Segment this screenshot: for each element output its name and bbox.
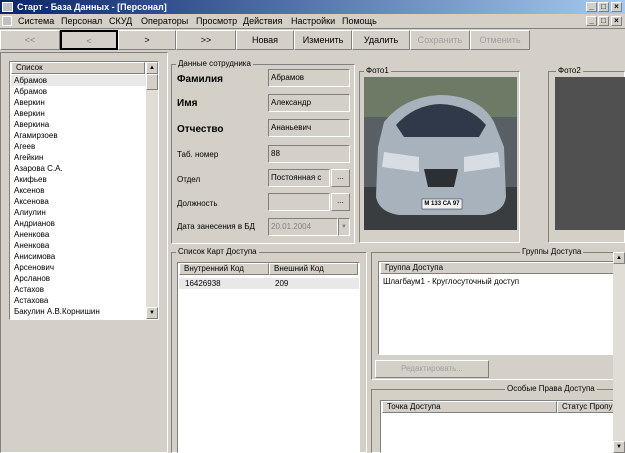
list-item[interactable]: Агеев — [11, 141, 147, 152]
list-item[interactable]: Аненкова — [11, 229, 147, 240]
menu-settings[interactable]: Настройки — [291, 16, 335, 27]
next-record-button[interactable]: > — [118, 30, 176, 50]
cards-group-label: Список Карт Доступа — [176, 247, 259, 257]
menu-personnel[interactable]: Персонал — [61, 16, 102, 27]
tab-number-field[interactable]: 88 — [268, 145, 350, 163]
app-icon — [2, 2, 13, 12]
scroll-thumb[interactable] — [146, 74, 158, 90]
minimize-icon[interactable]: _ — [586, 2, 597, 12]
scroll-up-icon[interactable]: ▲ — [146, 62, 158, 74]
groups-table[interactable]: Группа Доступа Шлагбаум1 - Круглосуточны… — [378, 261, 625, 355]
card-external-code: 209 — [275, 279, 289, 288]
group-row[interactable]: Шлагбаум1 - Круглосуточный доступ — [380, 276, 620, 287]
surname-label: Фамилия — [177, 74, 223, 85]
delete-button[interactable]: Удалить — [352, 30, 410, 50]
department-browse-icon[interactable]: ... — [331, 169, 350, 187]
license-plate: М 133 СА 97 — [424, 201, 460, 207]
photo2-image — [555, 77, 625, 230]
menu-skud[interactable]: СКУД — [109, 16, 132, 27]
child-close-icon[interactable]: × — [611, 16, 622, 26]
list-item[interactable]: Аверкин — [11, 108, 147, 119]
list-item[interactable]: Абрамов — [11, 75, 147, 86]
mdi-icon — [2, 16, 12, 26]
employee-list[interactable]: Список Абрамов Абрамов Аверкин Аверкин Аверк… — [9, 61, 159, 320]
list-item[interactable]: Аненкова — [11, 240, 147, 251]
date-dropdown-icon[interactable]: ▼ — [338, 218, 350, 236]
tab-number-label: Таб. номер — [177, 150, 219, 159]
main-scrollbar[interactable]: ▲ ▼ — [613, 252, 625, 453]
list-item[interactable]: Аксенова — [11, 196, 147, 207]
employee-group-label: Данные сотрудника — [176, 59, 253, 69]
card-internal-code: 16426938 — [185, 279, 221, 288]
photo2-label: Фото2 — [556, 66, 583, 76]
photo1-label: Фото1 — [364, 66, 391, 76]
col-external-code[interactable]: Внешний Код — [269, 263, 358, 275]
special-table[interactable]: Точка Доступа Статус Пропу — [380, 400, 615, 453]
col-access-point[interactable]: Точка Доступа — [382, 401, 557, 413]
title-bar: Старт - База Данных - [Персонал] _ □ × — [0, 0, 625, 14]
list-item[interactable]: Аверкин — [11, 97, 147, 108]
list-item[interactable]: Астахова — [11, 295, 147, 306]
col-internal-code[interactable]: Внутренний Код — [179, 263, 269, 275]
scroll-down-icon[interactable]: ▼ — [146, 307, 158, 319]
patronymic-field[interactable]: Ананьевич — [268, 119, 350, 137]
child-minimize-icon[interactable]: _ — [586, 16, 597, 26]
menu-bar: Система Персонал СКУД Операторы Просмотр… — [0, 14, 625, 29]
edit-button[interactable]: Изменить — [294, 30, 352, 50]
name-field[interactable]: Александр — [268, 94, 350, 112]
position-field[interactable] — [268, 193, 330, 211]
edit-groups-button[interactable]: Редактировать... — [375, 360, 489, 378]
groups-group-label: Группы Доступа — [520, 247, 584, 257]
last-record-button[interactable]: >> — [176, 30, 236, 50]
date-added-field[interactable]: 20.01.2004 — [268, 218, 338, 236]
menu-operators[interactable]: Операторы — [141, 16, 188, 27]
date-added-label: Дата занесения в БД — [177, 222, 255, 231]
name-label: Имя — [177, 98, 198, 109]
list-scrollbar[interactable]: ▲ ▼ — [146, 62, 158, 319]
list-item[interactable]: Астахов — [11, 284, 147, 295]
new-button[interactable]: Новая — [236, 30, 294, 50]
list-item[interactable]: Аверкина — [11, 119, 147, 130]
cancel-button[interactable]: Отменить — [470, 30, 530, 50]
maximize-icon[interactable]: □ — [598, 2, 609, 12]
photo1-image: М 133 СА 97 — [364, 77, 517, 230]
menu-help[interactable]: Помощь — [342, 16, 377, 27]
list-item[interactable]: Аксенов — [11, 185, 147, 196]
main-scroll-down-icon[interactable]: ▼ — [613, 441, 625, 453]
surname-field[interactable]: Абрамов — [268, 69, 350, 87]
first-record-button[interactable]: << — [0, 30, 60, 50]
patronymic-label: Отчество — [177, 124, 224, 135]
department-field[interactable]: Постоянная с — [268, 169, 330, 187]
toolbar: << < > >> Новая Изменить Удалить Сохрани… — [0, 30, 625, 50]
list-item[interactable]: Абрамов — [11, 86, 147, 97]
special-group-label: Особые Права Доступа — [505, 384, 597, 394]
list-item[interactable]: Агамирзоев — [11, 130, 147, 141]
prev-record-button[interactable]: < — [60, 30, 118, 50]
position-label: Должность — [177, 199, 218, 208]
menu-actions[interactable]: Действия — [243, 16, 282, 27]
list-header[interactable]: Список — [11, 62, 145, 74]
main-scroll-up-icon[interactable]: ▲ — [613, 252, 625, 264]
cards-table[interactable]: Внутренний Код Внешний Код 16426938 209 — [177, 262, 360, 453]
menu-system[interactable]: Система — [18, 16, 54, 27]
list-item[interactable]: Акифьев — [11, 174, 147, 185]
list-item[interactable]: Азарова С.А. — [11, 163, 147, 174]
department-label: Отдел — [177, 175, 201, 184]
list-item[interactable]: Андрианов — [11, 218, 147, 229]
child-restore-icon[interactable]: □ — [598, 16, 609, 26]
card-row[interactable]: 16426938 209 — [179, 278, 359, 289]
col-pass-status[interactable]: Статус Пропу — [557, 401, 614, 413]
position-browse-icon[interactable]: ... — [331, 193, 350, 211]
col-access-group[interactable]: Группа Доступа — [380, 262, 625, 274]
list-item[interactable]: Анисимова — [11, 251, 147, 262]
close-icon[interactable]: × — [611, 2, 622, 12]
save-button[interactable]: Сохранить — [410, 30, 470, 50]
list-item[interactable]: Бакулин А.В.Корнишин — [11, 306, 147, 317]
menu-view[interactable]: Просмотр — [196, 16, 237, 27]
window-title: Старт - База Данных - [Персонал] — [17, 2, 167, 12]
list-item[interactable]: Арсланов — [11, 273, 147, 284]
list-item[interactable]: Агейкин — [11, 152, 147, 163]
list-item[interactable]: Арсенович — [11, 262, 147, 273]
list-item[interactable]: Алиулин — [11, 207, 147, 218]
